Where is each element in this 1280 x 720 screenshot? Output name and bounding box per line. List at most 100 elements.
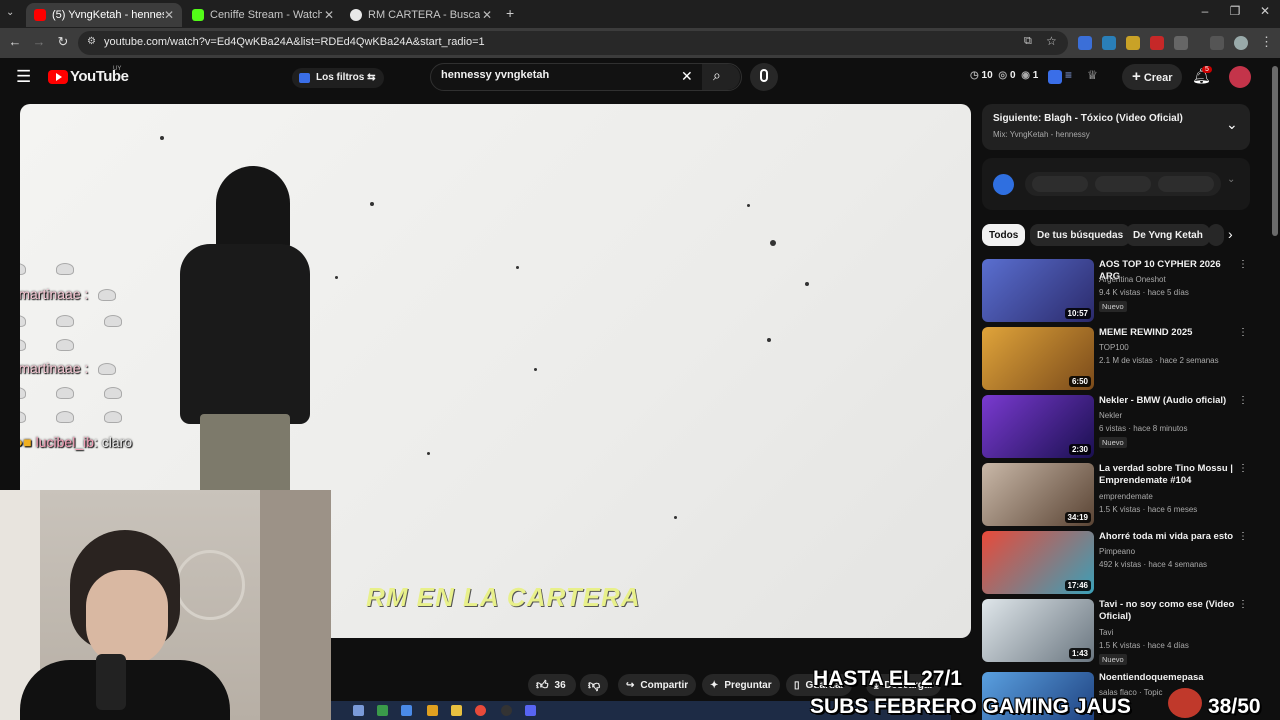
filters-button[interactable]: Los filtros ⇆	[292, 68, 384, 88]
close-tab-icon[interactable]: ✕	[164, 8, 174, 22]
list-icon[interactable]: ≡	[1065, 68, 1072, 82]
new-tab-button[interactable]: +	[506, 5, 514, 21]
chevron-right-icon[interactable]: ›	[1228, 226, 1233, 242]
create-button[interactable]: + Crear	[1122, 64, 1182, 90]
search-input[interactable]	[441, 69, 671, 81]
close-window-button[interactable]: ✕	[1250, 4, 1280, 18]
close-tab-icon[interactable]: ✕	[324, 8, 334, 22]
tab-youtube[interactable]: (5) YvngKetah - hennessy - You ✕	[26, 3, 182, 27]
chip-searches[interactable]: De tus búsquedas	[1030, 224, 1131, 246]
taskbar-app-icon[interactable]	[427, 705, 438, 716]
video-thumbnail[interactable]: 10:57	[982, 259, 1094, 322]
speck	[674, 516, 677, 519]
channel-name[interactable]: Tavi	[1099, 628, 1239, 637]
video-thumbnail[interactable]: 2:30	[982, 395, 1094, 458]
obs-icon[interactable]	[501, 705, 512, 716]
bookmark-star-icon[interactable]: ☆	[1046, 34, 1057, 48]
recommendation-item[interactable]: 17:46 Ahorré toda mi vida para esto Pimp…	[982, 531, 1250, 595]
dislike-button[interactable]: 👎︎	[580, 674, 608, 696]
trophy-icon[interactable]: ♕	[1087, 68, 1098, 82]
video-title[interactable]: Noentiendoquemepasa	[1099, 672, 1237, 684]
video-title[interactable]: Nekler - BMW (Audio oficial)	[1099, 395, 1237, 407]
minimize-button[interactable]: –	[1190, 4, 1220, 18]
media-icon[interactable]	[1210, 36, 1224, 50]
taskbar-app-icon[interactable]	[401, 705, 412, 716]
chevron-down-icon[interactable]: ⌄	[1226, 116, 1238, 133]
tab-stream[interactable]: Ceniffe Stream - Watch Live on ✕	[184, 3, 342, 27]
back-arrow-icon[interactable]: ←	[6, 34, 24, 49]
install-app-icon[interactable]: ⧉	[1024, 35, 1032, 48]
more-options-icon[interactable]: ⋮	[1238, 259, 1248, 270]
extension-icon[interactable]	[1078, 36, 1092, 50]
extension-pill[interactable]	[1032, 176, 1088, 192]
channel-name[interactable]: Argentina Oneshot	[1099, 275, 1239, 284]
recommendation-item[interactable]: 6:50 MEME REWIND 2025 TOP100 2.1 M de vi…	[982, 327, 1250, 391]
close-tab-icon[interactable]: ✕	[482, 8, 492, 22]
share-button[interactable]: ↪ Compartir	[618, 674, 697, 696]
browser-menu-icon[interactable]: ⋮	[1260, 34, 1273, 50]
discord-icon[interactable]	[525, 705, 536, 716]
extension-logo-icon[interactable]	[993, 174, 1014, 195]
chevron-down-icon[interactable]: ⌄	[1227, 174, 1235, 185]
forward-arrow-icon[interactable]: →	[30, 34, 48, 49]
search-button[interactable]: ⌕	[702, 64, 740, 90]
hamburger-menu-icon[interactable]: ☰	[16, 67, 31, 87]
video-thumbnail[interactable]: 17:46	[982, 531, 1094, 594]
video-title[interactable]: La verdad sobre Tino Mossu | Emprendemat…	[1099, 463, 1237, 487]
speck	[370, 202, 374, 206]
chrome-icon[interactable]	[475, 705, 486, 716]
account-avatar[interactable]	[1229, 66, 1251, 88]
channel-name[interactable]: Nekler	[1099, 411, 1239, 420]
video-title[interactable]: Tavi - no soy como ese (Video Oficial)	[1099, 599, 1237, 623]
tab-title: Ceniffe Stream - Watch Live on	[210, 9, 322, 21]
extension-icon[interactable]	[1102, 36, 1116, 50]
voice-search-button[interactable]	[750, 63, 778, 91]
recommendation-item[interactable]: 2:30 Nekler - BMW (Audio oficial) Nekler…	[982, 395, 1250, 459]
chip-more[interactable]	[1208, 224, 1224, 246]
recommendation-item[interactable]: 10:57 AOS TOP 10 CYPHER 2026 ARG Argenti…	[982, 259, 1250, 323]
recommendation-item[interactable]: 1:43 Tavi - no soy como ese (Video Ofici…	[982, 599, 1250, 665]
like-button[interactable]: 👍︎ 36	[528, 674, 576, 696]
video-title[interactable]: Ahorré toda mi vida para esto	[1099, 531, 1237, 543]
more-options-icon[interactable]: ⋮	[1238, 599, 1248, 610]
more-options-icon[interactable]: ⋮	[1238, 531, 1248, 542]
recommendation-item[interactable]: 34:19 La verdad sobre Tino Mossu | Empre…	[982, 463, 1250, 527]
extension-icon[interactable]	[1126, 36, 1140, 50]
page-scrollbar[interactable]	[1272, 66, 1278, 236]
extension-icon[interactable]	[1048, 70, 1062, 84]
clear-search-icon[interactable]: ✕	[681, 68, 693, 85]
channel-name[interactable]: Pimpeano	[1099, 547, 1239, 556]
more-options-icon[interactable]: ⋮	[1238, 327, 1248, 338]
folder-icon[interactable]	[451, 705, 462, 716]
search-box[interactable]: ✕	[430, 63, 742, 91]
extension-pill[interactable]	[1095, 176, 1151, 192]
chip-todos[interactable]: Todos	[982, 224, 1026, 246]
reload-icon[interactable]: ↻	[54, 34, 72, 50]
video-title[interactable]: MEME REWIND 2025	[1099, 327, 1237, 339]
video-thumbnail[interactable]: 6:50	[982, 327, 1094, 390]
maximize-button[interactable]: ❐	[1220, 4, 1250, 18]
chip-channel[interactable]: De Yvng Ketah	[1126, 224, 1210, 246]
speck	[805, 282, 809, 286]
overlay-goal-text: SUBS FEBRERO GAMING JAUS	[810, 695, 1131, 718]
site-info-icon[interactable]: ⚙	[87, 36, 96, 47]
address-bar[interactable]: ⚙ youtube.com/watch?v=Ed4QwKBa24A&list=R…	[78, 31, 1068, 55]
tab-search-icon[interactable]: ⌄	[6, 7, 14, 18]
video-thumbnail[interactable]: 1:43	[982, 599, 1094, 662]
youtube-logo-icon[interactable]	[48, 70, 68, 84]
new-badge: Nuevo	[1099, 437, 1127, 448]
up-next-panel[interactable]: Siguiente: Blagh - Tóxico (Video Oficial…	[982, 104, 1250, 150]
tab-google[interactable]: RM CARTERA - Buscar con Goo ✕	[342, 3, 500, 27]
video-thumbnail[interactable]: 34:19	[982, 463, 1094, 526]
adblock-icon[interactable]	[1150, 36, 1164, 50]
ask-button[interactable]: ✦ Preguntar	[702, 674, 780, 696]
extension-pill[interactable]	[1158, 176, 1214, 192]
channel-name[interactable]: emprendemate	[1099, 492, 1239, 501]
profile-avatar[interactable]	[1234, 36, 1248, 50]
extensions-puzzle-icon[interactable]	[1174, 36, 1188, 50]
more-options-icon[interactable]: ⋮	[1238, 395, 1248, 406]
taskbar-app-icon[interactable]	[353, 705, 364, 716]
channel-name[interactable]: TOP100	[1099, 343, 1239, 352]
more-options-icon[interactable]: ⋮	[1238, 463, 1248, 474]
taskbar-app-icon[interactable]	[377, 705, 388, 716]
